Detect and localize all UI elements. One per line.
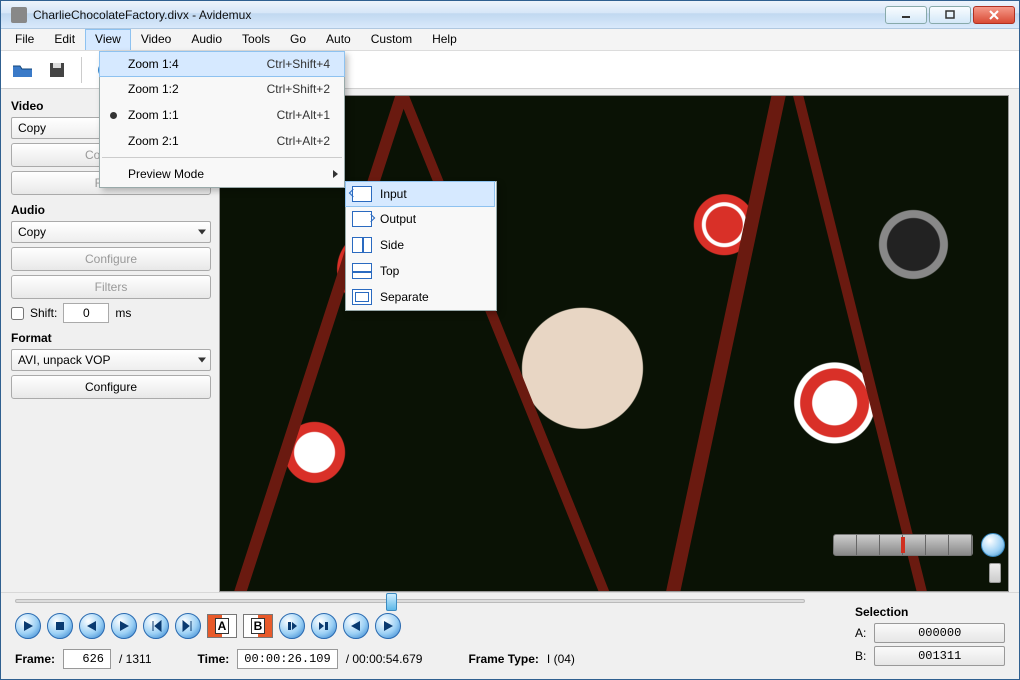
shift-checkbox[interactable] (11, 307, 24, 320)
open-file-button[interactable] (9, 56, 37, 84)
chevron-down-icon (198, 230, 206, 235)
selection-header: Selection (855, 605, 1005, 619)
slider-thumb[interactable] (386, 593, 397, 611)
titlebar: CharlieChocolateFactory.divx - Avidemux (1, 1, 1019, 29)
window-title: CharlieChocolateFactory.divx - Avidemux (33, 8, 885, 22)
frame-label: Frame: (15, 652, 55, 666)
menu-zoom-2-1[interactable]: Zoom 2:1Ctrl+Alt+2 (100, 128, 344, 154)
preview-side-icon (352, 237, 372, 253)
audio-configure-button[interactable]: Configure (11, 247, 211, 271)
menu-preview-mode[interactable]: Preview Mode (100, 161, 344, 187)
selection-panel: Selection A: 000000 B: 001311 (855, 601, 1005, 669)
submenu-output[interactable]: Output (346, 206, 496, 232)
prev-keyframe-button[interactable] (143, 613, 169, 639)
goto-marker-b-button[interactable] (311, 613, 337, 639)
menu-go[interactable]: Go (280, 29, 316, 50)
preview-mode-submenu: Input Output Side Top Separate (345, 181, 497, 311)
minimize-button[interactable] (885, 6, 927, 24)
format-combo[interactable]: AVI, unpack VOP (11, 349, 211, 371)
format-configure-button[interactable]: Configure (11, 375, 211, 399)
next-keyframe-button[interactable] (175, 613, 201, 639)
menu-edit[interactable]: Edit (44, 29, 85, 50)
goto-marker-a-button[interactable] (279, 613, 305, 639)
menu-file[interactable]: File (5, 29, 44, 50)
menu-view[interactable]: View (85, 29, 131, 50)
window-buttons (885, 6, 1015, 24)
set-marker-a-button[interactable]: A (207, 614, 237, 638)
play-button[interactable] (15, 613, 41, 639)
preview-separate-icon (352, 289, 372, 305)
time-total: / 00:00:54.679 (346, 652, 423, 666)
menu-zoom-1-2[interactable]: Zoom 1:2Ctrl+Shift+2 (100, 76, 344, 102)
menu-tools[interactable]: Tools (232, 29, 280, 50)
jog-controls (833, 533, 1005, 583)
next-black-frame-button[interactable] (375, 613, 401, 639)
menubar: File Edit View Video Audio Tools Go Auto… (1, 29, 1019, 51)
submenu-separate[interactable]: Separate (346, 284, 496, 310)
shift-spinner[interactable]: 0 (63, 303, 109, 323)
selection-b-label: B: (855, 649, 866, 663)
prev-black-frame-button[interactable] (343, 613, 369, 639)
app-icon (11, 7, 27, 23)
save-file-button[interactable] (43, 56, 71, 84)
radio-bullet-icon (110, 112, 117, 119)
menu-separator (102, 157, 342, 158)
frametype-value: I (04) (547, 652, 575, 666)
format-section-label: Format (11, 331, 211, 345)
app-window: CharlieChocolateFactory.divx - Avidemux … (0, 0, 1020, 680)
menu-audio[interactable]: Audio (181, 29, 232, 50)
audio-filters-button[interactable]: Filters (11, 275, 211, 299)
menu-video[interactable]: Video (131, 29, 181, 50)
close-button[interactable] (973, 6, 1015, 24)
stop-button[interactable] (47, 613, 73, 639)
submenu-input[interactable]: Input (345, 181, 495, 207)
set-marker-b-button[interactable]: B (243, 614, 273, 638)
volume-slider[interactable] (989, 563, 1001, 583)
audio-codec-combo[interactable]: Copy (11, 221, 211, 243)
frame-value-input[interactable]: 626 (63, 649, 111, 669)
preview-output-icon (352, 211, 372, 227)
selection-a-value[interactable]: 000000 (874, 623, 1005, 643)
menu-auto[interactable]: Auto (316, 29, 361, 50)
next-frame-button[interactable] (111, 613, 137, 639)
view-menu-dropdown: Zoom 1:4Ctrl+Shift+4 Zoom 1:2Ctrl+Shift+… (99, 51, 345, 188)
timeline-slider[interactable] (15, 599, 805, 603)
shift-unit: ms (115, 306, 131, 320)
chevron-down-icon (198, 358, 206, 363)
selection-b-value[interactable]: 001311 (874, 646, 1005, 666)
selection-a-label: A: (855, 626, 866, 640)
time-value-input[interactable]: 00:00:26.109 (237, 649, 337, 669)
preview-input-icon (352, 186, 372, 202)
menu-help[interactable]: Help (422, 29, 467, 50)
toolbar-separator (81, 57, 82, 83)
prev-frame-button[interactable] (79, 613, 105, 639)
shift-label: Shift: (30, 306, 57, 320)
menu-zoom-1-4[interactable]: Zoom 1:4Ctrl+Shift+4 (99, 51, 345, 77)
time-label: Time: (198, 652, 230, 666)
menu-custom[interactable]: Custom (361, 29, 422, 50)
jog-center-mark (901, 537, 905, 553)
frame-total: / 1311 (119, 652, 151, 666)
preview-top-icon (352, 263, 372, 279)
frametype-label: Frame Type: (468, 652, 538, 666)
submenu-top[interactable]: Top (346, 258, 496, 284)
submenu-side[interactable]: Side (346, 232, 496, 258)
jog-shuttle[interactable] (833, 534, 973, 556)
submenu-arrow-icon (333, 170, 338, 178)
menu-zoom-1-1[interactable]: Zoom 1:1Ctrl+Alt+1 (100, 102, 344, 128)
jog-wheel[interactable] (981, 533, 1005, 557)
maximize-button[interactable] (929, 6, 971, 24)
audio-section-label: Audio (11, 203, 211, 217)
